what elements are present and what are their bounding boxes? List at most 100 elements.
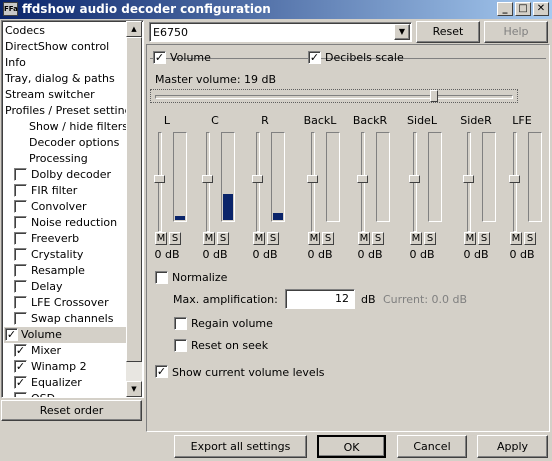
tree-scrollbar[interactable]: ▲ ▼ [126,21,142,397]
channel-level-fill [273,212,283,220]
solo-button[interactable]: S [524,232,536,245]
channel-volume-thumb[interactable] [509,175,520,183]
tree-item-checkbox[interactable] [14,184,27,197]
channel-volume-thumb[interactable] [357,175,368,183]
tree-item[interactable]: Processing [29,151,88,167]
mute-button[interactable]: M [308,232,320,245]
decibels-label: Decibels scale [325,51,404,64]
tree-item-checkbox[interactable] [14,280,27,293]
solo-button[interactable]: S [217,232,229,245]
tree-item-checkbox[interactable] [14,168,27,181]
tree-item[interactable]: Decoder options [29,135,119,151]
channel-name: BackL [303,114,337,127]
decibels-checkbox[interactable]: ✓ [308,51,321,64]
channel-db-label: 0 dB [154,248,180,261]
chevron-down-icon[interactable]: ▼ [394,24,410,40]
tree-item-label: Freeverb [31,232,80,245]
volume-checkbox[interactable]: ✓ [153,51,166,64]
tree-item-checkbox[interactable] [14,216,27,229]
solo-button[interactable]: S [267,232,279,245]
channel-name: C [211,114,219,127]
mute-button[interactable]: M [203,232,215,245]
tree-item-checkbox[interactable]: ✓ [5,328,18,341]
channel-volume-thumb[interactable] [154,175,165,183]
master-thumb[interactable] [429,90,438,102]
maximize-button[interactable]: □ [515,2,531,16]
mute-button[interactable]: M [253,232,265,245]
preset-value: E6750 [153,26,188,39]
reset-on-seek-label: Reset on seek [191,339,269,352]
tree-item-checkbox[interactable] [14,248,27,261]
channel-db-label: 0 dB [307,248,333,261]
tree-item-label: Dolby decoder [31,168,112,181]
tree-item-checkbox[interactable] [14,232,27,245]
current-level-label: Current: 0.0 dB [383,293,468,306]
channel-level-meter [528,132,542,222]
channel-name: SideL [407,114,437,127]
tree-item[interactable]: Codecs [5,23,45,39]
ok-button[interactable]: OK [317,435,386,458]
tree-item[interactable]: Tray, dialog & paths [5,71,115,87]
max-amplification-input[interactable]: 12 [285,289,355,309]
app-icon: FFa [3,2,18,16]
solo-button[interactable]: S [322,232,334,245]
mute-button[interactable]: M [155,232,167,245]
tree-item-label: Mixer [31,344,62,357]
channel-volume-thumb[interactable] [307,175,318,183]
solo-button[interactable]: S [372,232,384,245]
reset-button[interactable]: Reset [416,21,480,43]
scroll-down-button[interactable]: ▼ [126,381,142,397]
solo-button[interactable]: S [478,232,490,245]
tree-item[interactable]: ✓ Volume [4,327,128,343]
mute-button[interactable]: M [510,232,522,245]
tree-item-checkbox[interactable] [14,392,27,397]
mute-button[interactable]: M [410,232,422,245]
filter-tree[interactable]: Codecs DirectShow control Info Tray, dialog… [1,20,144,398]
tree-item[interactable]: DirectShow control [5,39,109,55]
show-levels-label: Show current volume levels [172,366,325,379]
master-volume-slider[interactable] [150,89,518,103]
export-settings-button[interactable]: Export all settings [174,435,307,458]
solo-button[interactable]: S [169,232,181,245]
reset-order-button[interactable]: Reset order [1,400,142,421]
channel-volume-thumb[interactable] [463,175,474,183]
scroll-thumb[interactable] [126,37,142,362]
channel-level-meter [173,132,187,222]
tree-item-checkbox[interactable] [14,312,27,325]
tree-item-checkbox[interactable] [14,264,27,277]
help-button: Help [484,21,548,43]
solo-button[interactable]: S [424,232,436,245]
tree-item-checkbox[interactable]: ✓ [14,376,27,389]
tree-item[interactable]: Profiles / Preset settings [5,103,137,119]
channel-name: R [261,114,269,127]
scroll-up-button[interactable]: ▲ [126,21,142,37]
cancel-button[interactable]: Cancel [397,435,467,458]
regain-volume-checkbox[interactable] [174,317,187,330]
normalize-checkbox[interactable] [155,271,168,284]
close-button[interactable]: ✕ [533,2,549,16]
preset-select[interactable]: E6750 ▼ [149,22,412,42]
tree-item[interactable]: Stream switcher [5,87,95,103]
tree-item[interactable]: Show / hide filters [29,119,128,135]
channel-level-fill [223,194,233,220]
tree-item[interactable]: Info [5,55,26,71]
channel-volume-thumb[interactable] [252,175,263,183]
reset-on-seek-checkbox[interactable] [174,339,187,352]
tree-item-checkbox[interactable] [14,200,27,213]
tree-item-checkbox[interactable]: ✓ [14,360,27,373]
tree-item-checkbox[interactable]: ✓ [14,344,27,357]
show-levels-checkbox[interactable]: ✓ [155,365,168,378]
master-volume-label: Master volume: 19 dB [155,73,277,86]
channel-name: SideR [460,114,492,127]
minimize-button[interactable]: _ [497,2,513,16]
mute-button[interactable]: M [464,232,476,245]
apply-button[interactable]: Apply [477,435,548,458]
tree-item-label: FIR filter [31,184,78,197]
mute-button[interactable]: M [358,232,370,245]
channel-db-label: 0 dB [509,248,535,261]
channel-volume-thumb[interactable] [202,175,213,183]
tree-item-checkbox[interactable] [14,296,27,309]
channel-level-meter [376,132,390,222]
channel-db-label: 0 dB [409,248,435,261]
channel-volume-thumb[interactable] [409,175,420,183]
